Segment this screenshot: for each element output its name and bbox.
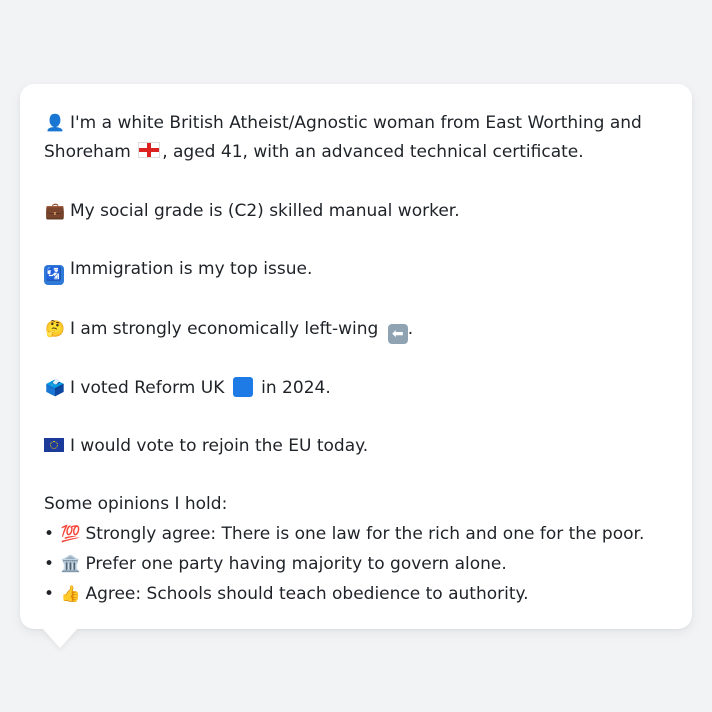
opinion-item: • 💯 Strongly agree: There is one law for … [44, 519, 668, 549]
opinions-section: Some opinions I hold: • 💯 Strongly agree:… [44, 490, 668, 609]
ballot-box-icon: 🗳️ [45, 378, 65, 397]
vote-paragraph: 🗳️ I voted Reform UK in 2024. [44, 373, 668, 403]
opinion-text: Prefer one party having majority to gove… [85, 554, 507, 574]
intro-line-1: 👤 I'm a white British Atheist/Agnostic wo… [44, 108, 668, 138]
profile-card: 👤 I'm a white British Atheist/Agnostic wo… [20, 84, 692, 629]
vote-year-text: in 2024. [261, 378, 331, 398]
economics-paragraph: 🤔 I am strongly economically left-wing ⬅. [44, 314, 668, 344]
opinion-text: Agree: Schools should teach obedience to… [85, 584, 529, 604]
social-grade-paragraph: 💼 My social grade is (C2) skilled manual … [44, 196, 668, 226]
left-arrow-icon: ⬅ [387, 324, 408, 344]
social-grade-text: My social grade is (C2) skilled manual w… [70, 201, 460, 221]
intro-text-2: , aged 41, with an advanced technical ce… [162, 142, 584, 162]
intro-paragraph: 👤 I'm a white British Atheist/Agnostic wo… [44, 108, 668, 167]
opinions-heading: Some opinions I hold: [44, 494, 228, 514]
opinion-text: Strongly agree: There is one law for the… [85, 524, 645, 544]
vote-text: I voted Reform UK [70, 378, 225, 398]
thumbs-up-icon: 👍 [60, 584, 81, 603]
immigration-icon: 🛂 [44, 265, 64, 285]
speech-bubble-tail [42, 628, 78, 648]
eu-paragraph: I would vote to rejoin the EU today. [44, 432, 668, 461]
hundred-points-icon: 💯 [60, 524, 81, 543]
thinking-face-icon: 🤔 [45, 319, 65, 338]
opinion-item: • 👍 Agree: Schools should teach obedience… [44, 579, 668, 609]
economics-end: . [407, 319, 414, 339]
top-issue-text: Immigration is my top issue. [70, 259, 313, 279]
opinion-item: • 🏛️ Prefer one party having majority to … [44, 549, 668, 579]
classical-building-icon: 🏛️ [60, 554, 81, 573]
england-flag-icon [138, 142, 161, 158]
person-icon: 👤 [45, 113, 65, 132]
briefcase-icon: 💼 [45, 201, 65, 220]
blue-square-icon [232, 377, 253, 397]
intro-text-1: I'm a white British Atheist/Agnostic wom… [70, 113, 642, 133]
intro-line-2: Shoreham , aged 41, with an advanced tec… [44, 138, 668, 167]
top-issue-paragraph: 🛂 Immigration is my top issue. [44, 255, 668, 285]
eu-flag-icon [44, 438, 64, 452]
economics-text: I am strongly economically left-wing [70, 319, 379, 339]
eu-text: I would vote to rejoin the EU today. [70, 436, 369, 456]
location-text: Shoreham [44, 142, 131, 162]
